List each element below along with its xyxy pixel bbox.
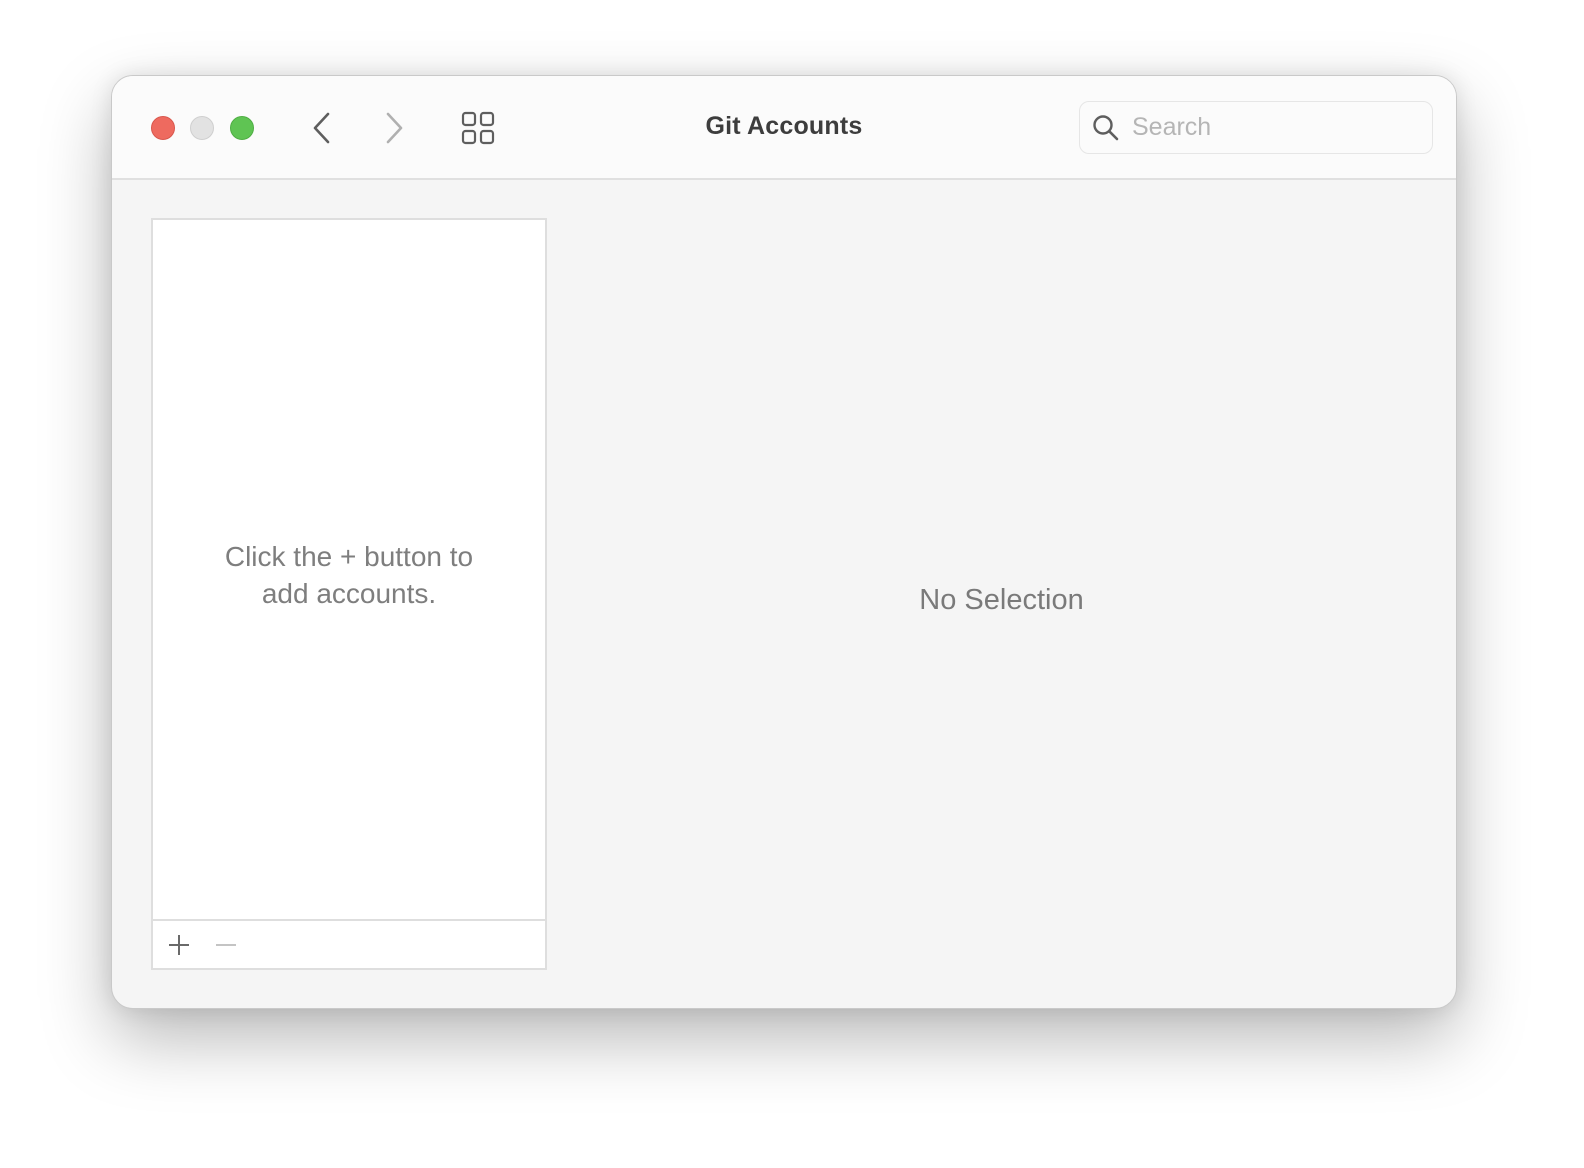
back-button[interactable]	[302, 108, 342, 148]
plus-icon	[169, 934, 189, 955]
title-bar: Git Accounts	[112, 76, 1456, 180]
minus-icon	[216, 943, 236, 946]
add-account-button[interactable]	[161, 927, 197, 963]
remove-account-button[interactable]	[208, 927, 244, 963]
forward-button[interactable]	[374, 108, 414, 148]
search-icon	[1092, 114, 1120, 142]
no-selection-label: No Selection	[919, 583, 1084, 616]
accounts-list-body: Click the + button to add accounts.	[153, 220, 545, 919]
chevron-left-icon	[313, 112, 330, 144]
chevron-right-icon	[386, 112, 403, 144]
maximize-window-button[interactable]	[230, 116, 254, 140]
search-input[interactable]	[1132, 113, 1412, 142]
grid-icon	[461, 111, 495, 145]
git-accounts-window: Git Accounts Click the + button to add a…	[111, 75, 1457, 1009]
detail-pane: No Selection	[547, 180, 1456, 1008]
accounts-empty-message: Click the + button to add accounts.	[224, 540, 474, 609]
accounts-list-footer	[153, 919, 545, 968]
minimize-window-button[interactable]	[190, 116, 214, 140]
close-window-button[interactable]	[151, 116, 175, 140]
accounts-list[interactable]: Click the + button to add accounts.	[151, 218, 547, 970]
search-field[interactable]	[1079, 101, 1433, 154]
show-all-button[interactable]	[458, 108, 498, 148]
